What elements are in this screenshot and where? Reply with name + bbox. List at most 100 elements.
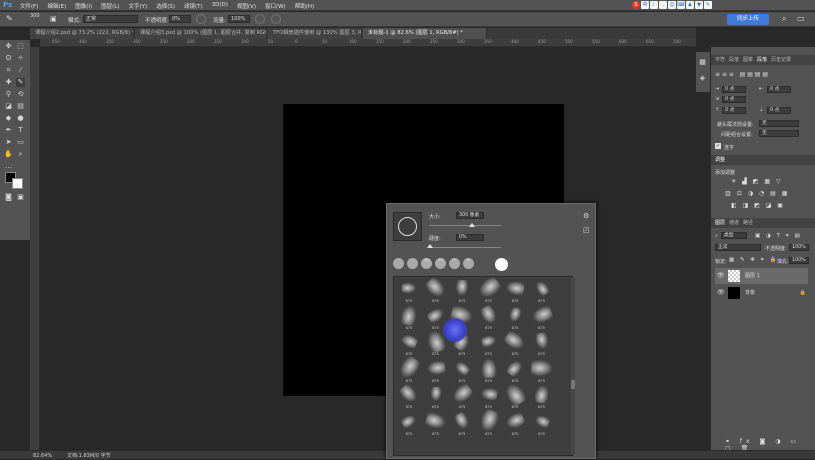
hyphenate-checkbox[interactable]: ✓ [715, 143, 721, 149]
tab-document-active[interactable]: 未标题-1 @ 82.6% (图层 1, RGB/8#) * [363, 28, 487, 39]
lock-icons[interactable]: ▦ ✎ ✥ ⌗ 🔒 [729, 257, 778, 264]
move-tool-icon[interactable]: ✥ [4, 42, 13, 51]
menu-item-3[interactable]: 图层(L) [101, 2, 119, 10]
size-slider-track[interactable] [429, 225, 501, 226]
recent-brush-preset[interactable]: 9 [463, 258, 474, 269]
first-line-indent-field[interactable]: 0 点 [722, 96, 746, 103]
adjust-icon[interactable]: ◈ [698, 74, 707, 83]
indent-left-field[interactable]: 0 点 [722, 86, 746, 93]
hand-tool-icon[interactable]: ✋ [4, 150, 13, 159]
brush-preset-tile[interactable]: 675 [449, 410, 475, 438]
opacity-field[interactable]: 0% [169, 15, 191, 23]
sync-upload-button[interactable]: 同步上传 [727, 14, 769, 25]
menu-item-1[interactable]: 编辑(E) [47, 2, 66, 10]
visibility-eye-icon[interactable]: 👁 [717, 268, 725, 284]
layer-row-background[interactable]: 👁 背景 🔒 [715, 285, 808, 301]
marquee-tool-icon[interactable]: ⬚ [16, 42, 25, 51]
brush-preset-tile[interactable]: 675 [396, 303, 422, 332]
recent-brush-preset[interactable] [393, 258, 404, 269]
brush-preset-tile[interactable]: 675 [476, 385, 502, 411]
layer-row-layer1[interactable]: 👁 图层 1 [715, 268, 808, 284]
brush-preset-tile[interactable]: 675 [396, 382, 422, 411]
lasso-tool-icon[interactable]: ʘ [4, 54, 13, 63]
tab-document-2[interactable]: 课程介绍3.psd @ 100% (图层 1, 图层合并, 复制 RGB/8)* [135, 28, 267, 39]
hardness-slider-track[interactable] [429, 247, 501, 248]
zoom-tool-icon[interactable]: ⌕ [16, 150, 25, 159]
menu-item-7[interactable]: 3D(D) [212, 2, 228, 10]
brush-panel-icon[interactable]: ▣ [50, 15, 57, 23]
hardness-slider-knob[interactable] [427, 244, 433, 248]
brush-preset-tile[interactable]: 675 [501, 380, 529, 411]
gradient-tool-icon[interactable]: ▤ [16, 102, 25, 111]
layers-tab-2[interactable]: 路径 [743, 218, 753, 228]
size-slider-knob[interactable] [469, 223, 475, 227]
panel-tab-0[interactable]: 字符 [715, 55, 725, 65]
brush-preset-tile[interactable]: 675 [502, 410, 528, 438]
crop-tool-icon[interactable]: ⌗ [4, 66, 13, 75]
visibility-eye-icon[interactable]: 👁 [717, 285, 725, 301]
path-select-icon[interactable]: ➤ [4, 138, 13, 147]
brush-tool-icon[interactable]: ✎ [6, 14, 13, 23]
brush-preset-tile[interactable]: 675 [529, 412, 555, 438]
healing-brush-icon[interactable]: ✚ [4, 78, 13, 87]
brush-tool-icon[interactable]: ✎ [16, 78, 25, 87]
ime-punct-icon[interactable]: , [659, 1, 667, 9]
brush-preset-tile[interactable]: 675 [502, 279, 528, 305]
brush-preset-tile[interactable]: 675 [476, 303, 502, 332]
menu-item-10[interactable]: 帮助(H) [295, 2, 314, 10]
menu-item-5[interactable]: 选择(S) [156, 2, 175, 10]
screen-mode-icon[interactable]: ▣ [16, 193, 25, 202]
stamp-tool-icon[interactable]: ⚲ [4, 90, 13, 99]
panel-tab-2[interactable]: 图章 [743, 55, 753, 65]
properties-icon[interactable]: ▦ [698, 58, 707, 67]
panel-tab-1[interactable]: 段落 [729, 55, 739, 65]
menu-item-9[interactable]: 窗口(W) [265, 2, 286, 10]
brush-preset-tile[interactable]: 675 [476, 357, 502, 385]
brush-preset-tile[interactable]: 675 [423, 277, 449, 305]
recent-brush-preset[interactable] [407, 258, 418, 269]
brush-preset-tile[interactable]: 675 [423, 410, 449, 438]
hardness-field[interactable]: 0% [456, 234, 484, 241]
brush-preset-tile[interactable]: 675 [529, 331, 555, 358]
brush-preset-tile[interactable]: 675 [396, 279, 422, 305]
brush-preset-tile[interactable]: 675 [449, 279, 475, 305]
brush-preset-tile[interactable]: 675 [395, 353, 423, 385]
background-color-swatch[interactable] [12, 178, 23, 189]
layers-tab-0[interactable]: 图层 [715, 218, 725, 228]
recent-brush-preset[interactable]: 13 [435, 258, 446, 269]
airbrush-icon[interactable] [255, 14, 265, 24]
sogou-icon[interactable]: S [632, 1, 640, 9]
brush-preset-tile[interactable]: 675 [476, 407, 502, 438]
pen-tool-icon[interactable]: ✒ [4, 126, 13, 135]
fill-field[interactable]: 100% [789, 257, 809, 264]
brush-size-display[interactable]: 300 [30, 13, 40, 19]
new-preset-icon[interactable]: ◰ [583, 226, 590, 234]
rectangle-tool-icon[interactable]: ▭ [16, 138, 25, 147]
brush-preset-tile[interactable]: 675 [423, 359, 449, 385]
brush-grid-scrollbar[interactable] [571, 278, 575, 454]
adjustment-icons-row-3[interactable]: ◧ ◨ ◩ ◪ ▣ [731, 202, 785, 209]
history-brush-icon[interactable]: ⟲ [16, 90, 25, 99]
layer-filter-icons[interactable]: ▣ ◑ T ⌗ ▤ [755, 233, 802, 240]
blur-tool-icon[interactable]: ◆ [4, 114, 13, 123]
ime-keyboard-icon[interactable]: ⌨ [677, 1, 685, 9]
quick-mask-icon[interactable]: ◙ [4, 193, 13, 202]
search-icon[interactable]: ⌕ [782, 14, 786, 24]
mode-select[interactable]: 正常 [83, 15, 138, 23]
space-before-field[interactable]: 0 点 [722, 107, 746, 114]
layer-filter-select[interactable]: 类型 [721, 232, 747, 239]
eyedropper-icon[interactable]: ⁄ [16, 66, 25, 75]
panel-tab-3[interactable]: 段落 [757, 55, 767, 65]
menu-item-4[interactable]: 文字(Y) [129, 2, 148, 10]
brush-preset-tile[interactable]: 675 [449, 381, 475, 411]
brush-preset-tile[interactable]: 675 [476, 332, 502, 358]
workspace-icon[interactable]: ▭ [797, 14, 805, 23]
ime-user-icon[interactable]: ♟ [686, 1, 694, 9]
eraser-tool-icon[interactable]: ◪ [4, 102, 13, 111]
menu-item-8[interactable]: 视图(V) [237, 2, 256, 10]
space-after-field[interactable]: 0 点 [767, 107, 791, 114]
menu-item-0[interactable]: 文件(F) [20, 2, 38, 10]
tab-document-1[interactable]: 课程介绍2.psd @ 73.2% (222, RGB/8) * [30, 28, 134, 39]
brush-preset-tile[interactable]: 675 [502, 305, 528, 332]
ime-shirt-icon[interactable]: ▼ [695, 1, 703, 9]
